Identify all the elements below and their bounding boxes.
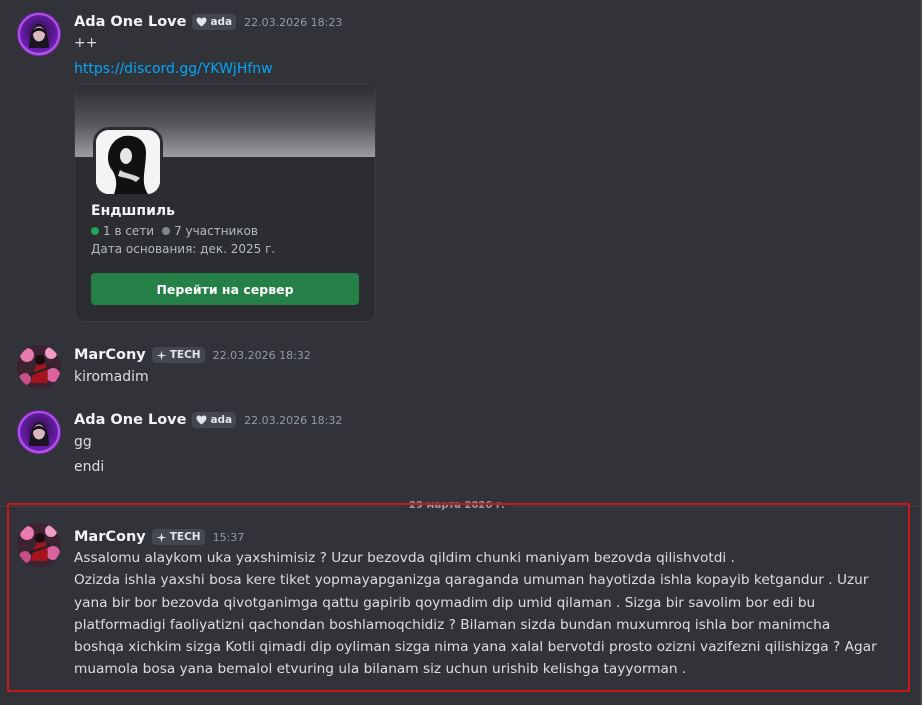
message-text: boshqa xichkim sizga Kotli qimadi dip oy… bbox=[74, 639, 877, 655]
message-text: endi bbox=[74, 459, 105, 475]
message-header: Ada One Love ada 22.03.2026 18:32 bbox=[74, 410, 342, 430]
avatar[interactable] bbox=[17, 345, 61, 389]
timestamp[interactable]: 22.03.2026 18:32 bbox=[244, 414, 342, 427]
timestamp[interactable]: 15:37 bbox=[213, 531, 245, 544]
server-stats: 1 в сети 7 участников bbox=[91, 224, 258, 238]
member-count: 7 участников bbox=[174, 224, 258, 238]
avatar[interactable] bbox=[17, 410, 61, 454]
message-text: Assalomu alaykom uka yaxshimisiz ? Uzur … bbox=[74, 550, 735, 566]
user-tag: ada bbox=[192, 14, 237, 30]
invite-card: Ендшпиль 1 в сети 7 участников Дата осно… bbox=[74, 84, 376, 322]
online-count: 1 в сети bbox=[103, 224, 155, 238]
message: Ada One Love ada 22.03.2026 18:23 ++ htt… bbox=[0, 0, 920, 330]
message-header: MarCony TECH 22.03.2026 18:32 bbox=[74, 345, 311, 365]
username[interactable]: Ada One Love bbox=[74, 14, 186, 30]
message-text: kiromadim bbox=[74, 369, 149, 385]
online-dot-icon bbox=[91, 227, 99, 235]
sparkle-icon bbox=[156, 531, 167, 543]
timestamp[interactable]: 22.03.2026 18:23 bbox=[244, 16, 342, 29]
username[interactable]: MarCony bbox=[74, 347, 146, 363]
heart-icon bbox=[196, 17, 207, 27]
invite-link[interactable]: https://discord.gg/YKWjHfnw bbox=[74, 61, 273, 77]
join-server-button[interactable]: Перейти на сервер bbox=[91, 273, 359, 305]
user-tag: TECH bbox=[151, 529, 205, 545]
message-header: MarCony TECH 15:37 bbox=[74, 527, 244, 547]
message-text: yana bir bor bezovda qivotganimga qattu … bbox=[74, 595, 816, 611]
user-tag: ada bbox=[192, 412, 237, 428]
founded-date: Дата основания: дек. 2025 г. bbox=[91, 242, 276, 256]
avatar[interactable] bbox=[17, 523, 61, 567]
message-text: gg bbox=[74, 434, 92, 450]
message-header: Ada One Love ada 22.03.2026 18:23 bbox=[74, 12, 342, 32]
server-name: Ендшпиль bbox=[91, 203, 175, 219]
username[interactable]: MarCony bbox=[74, 529, 146, 545]
heart-icon bbox=[196, 415, 207, 425]
user-tag: TECH bbox=[151, 347, 205, 363]
message-text: Ozizda ishla yaxshi bosa kere tiket yopm… bbox=[74, 572, 869, 588]
server-icon[interactable] bbox=[93, 127, 163, 197]
message-text: platformadigi faoliyatizni qachondan bos… bbox=[74, 617, 831, 633]
message-text: ++ bbox=[74, 35, 98, 51]
members-dot-icon bbox=[162, 227, 171, 235]
message-text: muamola bosa yana bemalol etvuring ula b… bbox=[74, 661, 687, 677]
timestamp[interactable]: 22.03.2026 18:32 bbox=[213, 349, 311, 362]
user-tag-label: TECH bbox=[169, 349, 201, 361]
user-tag-label: ada bbox=[210, 16, 233, 28]
user-tag-label: ada bbox=[210, 414, 233, 426]
user-tag-label: TECH bbox=[169, 531, 201, 543]
sparkle-icon bbox=[156, 349, 167, 361]
avatar[interactable] bbox=[17, 12, 61, 56]
username[interactable]: Ada One Love bbox=[74, 412, 186, 428]
